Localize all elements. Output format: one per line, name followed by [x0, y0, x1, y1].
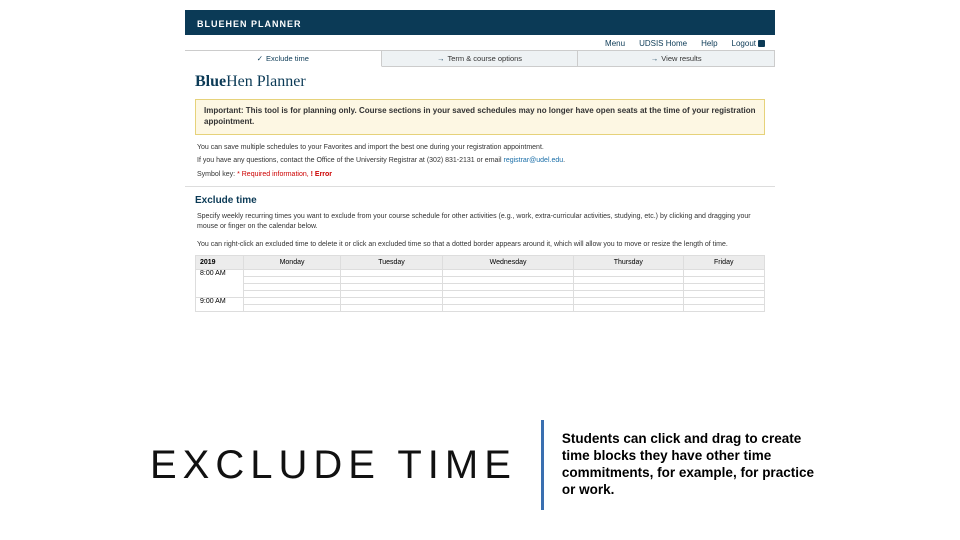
day-header: Friday	[683, 256, 765, 270]
tab-exclude-time[interactable]: ✓Exclude time	[185, 51, 382, 67]
day-header: Tuesday	[341, 256, 443, 270]
notice-text: Important: This tool is for planning onl…	[204, 106, 756, 126]
day-header: Wednesday	[442, 256, 573, 270]
nav-udsis-home[interactable]: UDSIS Home	[639, 39, 687, 48]
day-header: Thursday	[574, 256, 683, 270]
slide-caption: EXCLUDE TIME Students can click and drag…	[0, 420, 960, 510]
nav-help[interactable]: Help	[701, 39, 717, 48]
exclude-time-calendar[interactable]: 2019 Monday Tuesday Wednesday Thursday F…	[195, 255, 765, 312]
tab-term-course-options[interactable]: →Term & course options	[382, 51, 579, 67]
app-screenshot: BLUEHEN PLANNER Menu UDSIS Home Help Log…	[185, 10, 775, 312]
app-title: BLUEHEN PLANNER	[197, 19, 302, 29]
registrar-email-link[interactable]: registrar@udel.edu	[503, 157, 563, 164]
time-label: 8:00 AM	[196, 270, 244, 298]
top-nav: Menu UDSIS Home Help Logout	[185, 35, 775, 50]
nav-logout[interactable]: Logout	[732, 39, 765, 48]
check-icon: ✓	[257, 54, 263, 63]
arrow-right-icon: →	[651, 54, 659, 63]
page-title: BlueHen Planner	[185, 67, 775, 95]
calendar-year-cell: 2019	[196, 256, 244, 270]
app-banner: BLUEHEN PLANNER	[185, 13, 775, 35]
lock-icon	[758, 40, 765, 47]
calendar-header-row: 2019 Monday Tuesday Wednesday Thursday F…	[196, 256, 765, 270]
intro-line-2: If you have any questions, contact the O…	[185, 152, 775, 166]
symbol-key: Symbol key: * Required information, ! Er…	[185, 166, 775, 180]
day-header: Monday	[244, 256, 341, 270]
nav-menu[interactable]: Menu	[605, 39, 625, 48]
slide-title: EXCLUDE TIME	[150, 443, 517, 488]
intro-line-1: You can save multiple schedules to your …	[185, 139, 775, 153]
divider	[541, 420, 544, 510]
required-symbol: * Required information,	[237, 171, 311, 178]
exclude-instructions-1: Specify weekly recurring times you want …	[185, 208, 775, 232]
tab-view-results[interactable]: →View results	[578, 51, 775, 67]
section-heading-exclude-time: Exclude time	[185, 186, 775, 208]
important-notice: Important: This tool is for planning onl…	[195, 99, 765, 135]
exclude-instructions-2: You can right-click an excluded time to …	[185, 236, 775, 250]
slide-body-text: Students can click and drag to create ti…	[562, 431, 822, 499]
time-label: 9:00 AM	[196, 298, 244, 312]
error-symbol: ! Error	[311, 171, 332, 178]
arrow-right-icon: →	[437, 54, 445, 63]
wizard-tabs: ✓Exclude time →Term & course options →Vi…	[185, 50, 775, 67]
